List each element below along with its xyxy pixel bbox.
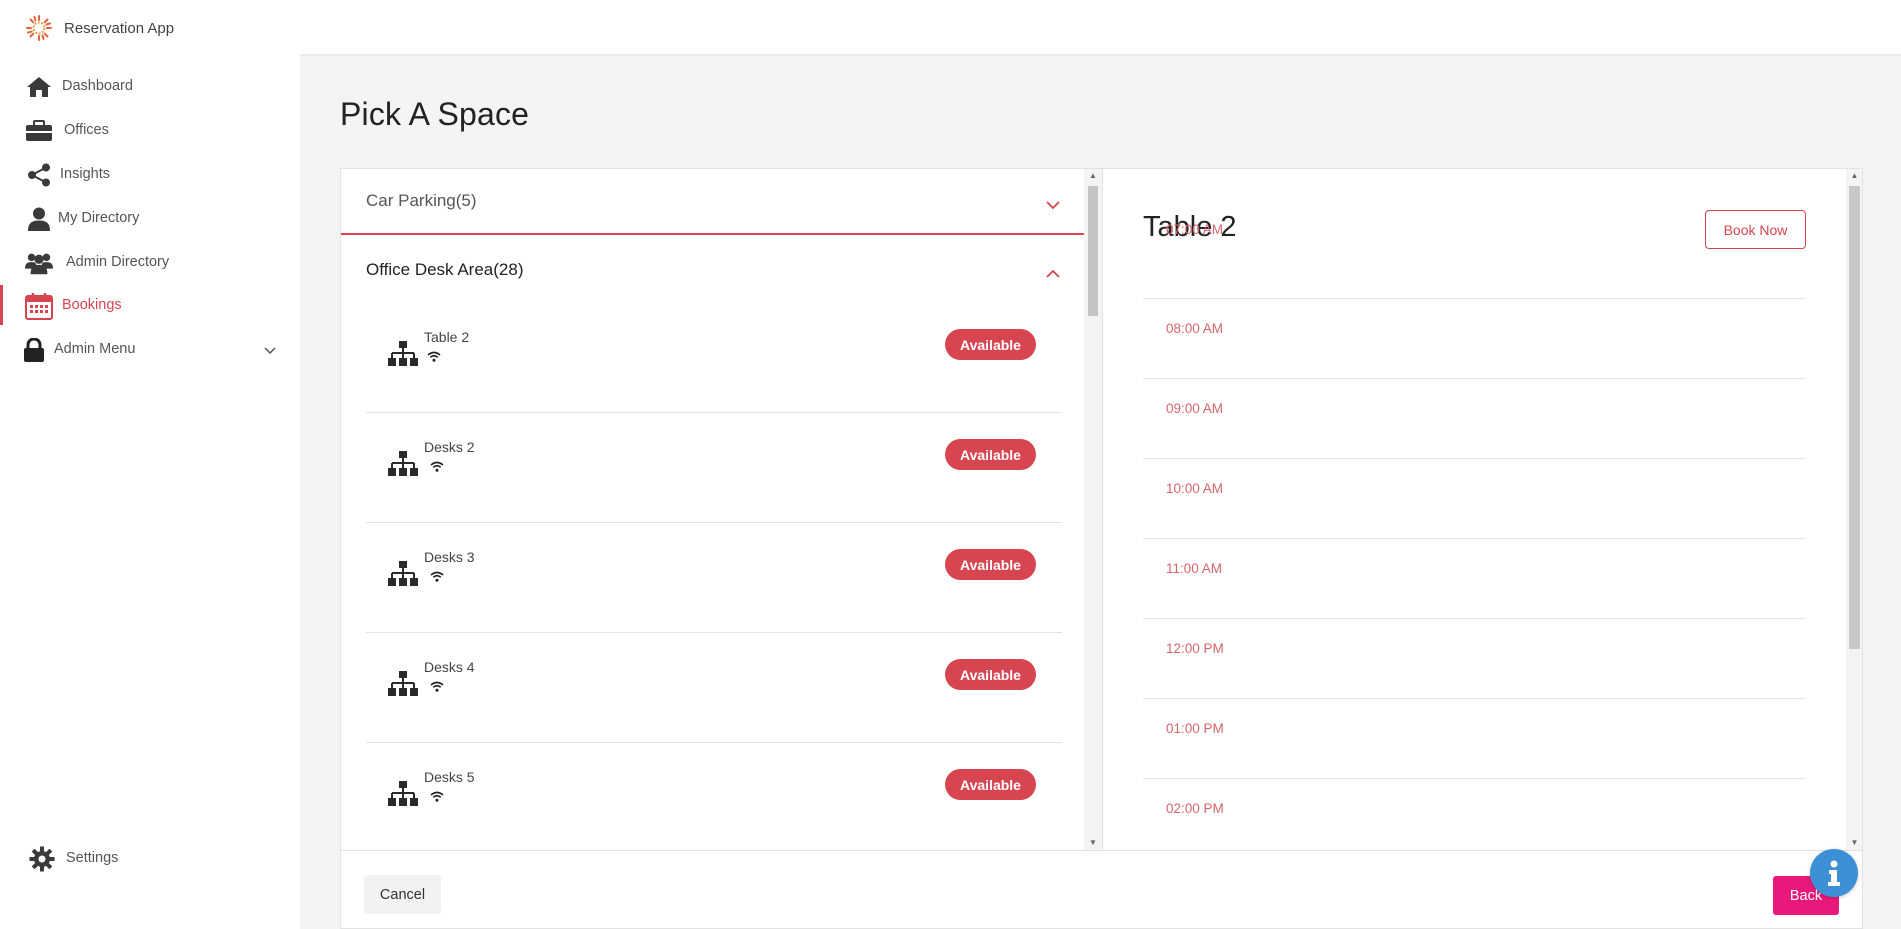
time-slot-label: 01:00 PM	[1166, 721, 1224, 736]
sidebar-item-settings[interactable]: Settings	[0, 838, 300, 878]
cancel-button[interactable]: Cancel	[364, 875, 441, 914]
desk-name: Desks 3	[424, 549, 475, 565]
status-badge[interactable]: Available	[945, 769, 1036, 800]
desk-row-desks-2[interactable]: Desks 2 Available	[366, 413, 1062, 523]
time-slot-label: 12:00 PM	[1166, 641, 1224, 656]
sidebar-item-admin-menu[interactable]: Admin Menu	[0, 329, 300, 369]
sidebar-item-label: Bookings	[62, 297, 122, 313]
home-icon	[25, 74, 53, 100]
time-slot-label: 10:00 AM	[1166, 481, 1224, 496]
status-badge[interactable]: Available	[945, 439, 1036, 470]
wifi-icon	[430, 789, 444, 807]
sidebar-item-insights[interactable]: Insights	[0, 154, 300, 194]
wifi-icon	[430, 459, 444, 477]
users-icon	[25, 250, 53, 276]
time-slot-label: 11:00 AM	[1166, 561, 1223, 576]
wifi-icon	[430, 569, 444, 587]
desk-row-desks-3[interactable]: Desks 3 Available	[366, 523, 1062, 633]
sidebar-item-dashboard[interactable]: Dashboard	[0, 66, 300, 106]
accordion-label: Car Parking(5)	[366, 191, 477, 210]
org-chart-icon	[388, 561, 418, 592]
scroll-up-icon[interactable]: ▲	[1846, 169, 1862, 183]
time-slot-label: 02:00 PM	[1166, 801, 1224, 816]
app-name: Reservation App	[64, 19, 175, 37]
time-slot[interactable]: 01:00 PM	[1143, 699, 1805, 779]
time-slot[interactable]: 11:00 AM	[1143, 539, 1805, 619]
sidebar-item-label: Insights	[60, 166, 110, 182]
status-badge[interactable]: Available	[945, 549, 1036, 580]
sidebar-item-bookings[interactable]: Bookings	[0, 285, 300, 325]
org-chart-icon	[388, 341, 418, 372]
sidebar-item-label: Dashboard	[62, 78, 133, 94]
time-slot[interactable]: 12:00 PM	[1143, 619, 1805, 699]
user-icon	[25, 206, 53, 232]
wifi-icon	[430, 679, 444, 697]
lock-icon	[20, 337, 48, 363]
org-chart-icon	[388, 671, 418, 702]
time-slot[interactable]: 10:00 AM	[1143, 459, 1805, 539]
chevron-down-icon	[264, 342, 276, 360]
scrollbar-thumb[interactable]	[1849, 186, 1860, 649]
accordion-car-parking[interactable]: Car Parking(5)	[341, 169, 1084, 235]
sunburst-logo-icon	[26, 15, 52, 41]
time-slot[interactable]: 07:00 AM	[1143, 210, 1805, 299]
share-icon	[25, 162, 53, 188]
desk-name: Table 2	[424, 329, 470, 345]
briefcase-icon	[25, 118, 53, 144]
status-badge[interactable]: Available	[945, 329, 1036, 360]
sidebar-item-label: Admin Menu	[54, 341, 136, 357]
status-badge[interactable]: Available	[945, 659, 1036, 690]
time-slot[interactable]: 02:00 PM	[1143, 779, 1805, 850]
desk-row-table-2[interactable]: Table 2 Available	[366, 303, 1062, 413]
sidebar-item-offices[interactable]: Offices	[0, 110, 300, 150]
sidebar-item-label: Offices	[64, 122, 109, 138]
desk-name: Desks 2	[424, 439, 475, 455]
spaces-scrollbar[interactable]: ▲ ▼	[1084, 169, 1102, 850]
gear-icon	[28, 846, 56, 872]
sidebar-item-label: Settings	[66, 850, 119, 866]
time-slot[interactable]: 08:00 AM	[1143, 299, 1805, 379]
sidebar-item-label: My Directory	[58, 210, 140, 226]
calendar-icon	[25, 293, 53, 320]
sidebar: Reservation App Dashboard Offices Insigh…	[0, 0, 300, 929]
scroll-down-icon[interactable]: ▼	[1846, 836, 1862, 850]
schedule-scrollbar[interactable]: ▲ ▼	[1846, 169, 1862, 850]
org-chart-icon	[388, 451, 418, 482]
org-chart-icon	[388, 781, 418, 812]
chevron-down-icon	[1046, 195, 1060, 215]
desk-row-desks-4[interactable]: Desks 4 Available	[366, 633, 1062, 743]
desk-row-desks-5[interactable]: Desks 5 Available	[366, 743, 1062, 850]
sidebar-item-label: Admin Directory	[66, 254, 170, 270]
space-detail-panel: Table 2 Book Now 07:00 AM 08:00 AM 09:00…	[1102, 168, 1863, 851]
scroll-down-icon[interactable]: ▼	[1084, 836, 1102, 850]
accordion-office-desk-area[interactable]: Office Desk Area(28)	[341, 237, 1084, 303]
wifi-icon	[427, 349, 441, 367]
form-footer: Cancel Back	[340, 851, 1863, 929]
time-slot-label: 08:00 AM	[1166, 321, 1224, 336]
spaces-panel: Car Parking(5) Office Desk Area(28) Tabl…	[340, 168, 1103, 851]
accordion-label: Office Desk Area(28)	[366, 260, 524, 279]
desk-name: Desks 4	[424, 659, 475, 675]
sidebar-item-my-directory[interactable]: My Directory	[0, 198, 300, 238]
time-slot[interactable]: 09:00 AM	[1143, 379, 1805, 459]
brand[interactable]: Reservation App	[26, 15, 175, 41]
chevron-up-icon	[1046, 263, 1060, 283]
time-slot-label: 09:00 AM	[1166, 401, 1224, 416]
time-slot-label: 07:00 AM	[1166, 222, 1224, 237]
info-icon[interactable]	[1810, 849, 1858, 897]
scrollbar-thumb[interactable]	[1088, 186, 1098, 316]
scroll-up-icon[interactable]: ▲	[1084, 169, 1102, 183]
desk-name: Desks 5	[424, 769, 475, 785]
page-title: Pick A Space	[340, 96, 530, 132]
sidebar-item-admin-directory[interactable]: Admin Directory	[0, 242, 300, 282]
